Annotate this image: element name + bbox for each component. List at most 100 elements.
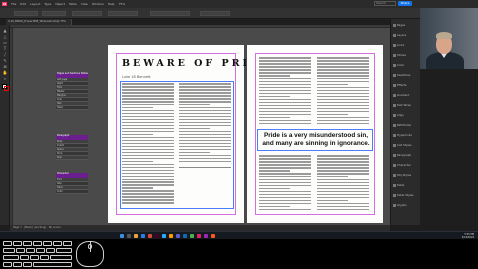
text-line	[179, 83, 231, 85]
text-line	[259, 89, 311, 92]
note-block[interactable]: Paragraph Body Indent Space Drop Rule	[56, 134, 88, 160]
panel-character[interactable]: Character	[393, 163, 411, 167]
text-line	[122, 139, 174, 142]
indesign-taskbar-icon[interactable]	[155, 234, 159, 238]
panel-align[interactable]: Align	[393, 113, 404, 117]
selection-tool-icon[interactable]: ▲	[2, 28, 8, 33]
opacity-field[interactable]	[200, 11, 230, 16]
search-button[interactable]: Search	[374, 1, 396, 6]
panel-object-styles[interactable]: Obj Styles	[393, 173, 411, 177]
menu-layout[interactable]: Layout	[30, 2, 40, 6]
start-icon[interactable]	[120, 234, 124, 238]
panel-layers[interactable]: Layers	[393, 33, 406, 37]
key-cap	[23, 262, 32, 267]
menu-file[interactable]: File	[11, 2, 16, 6]
panel-gradient[interactable]: Gradient	[393, 93, 409, 97]
article-byline[interactable]: Luke 18 Bennett	[122, 75, 151, 79]
panel-color[interactable]: Color	[393, 63, 404, 67]
text-line	[259, 181, 311, 184]
text-line	[122, 103, 174, 106]
key-cap	[3, 248, 15, 253]
panel-links[interactable]: Links	[393, 43, 404, 47]
key-cap	[13, 241, 22, 246]
panel-label: Layers	[397, 33, 407, 37]
app-icon[interactable]	[197, 234, 201, 238]
panel-cell-styles[interactable]: Cell Styles	[393, 143, 412, 147]
panel-table[interactable]: Table	[393, 183, 404, 187]
y-field[interactable]	[42, 11, 66, 16]
zoom-level[interactable]: 75%	[119, 2, 126, 6]
text-line	[317, 122, 369, 125]
text-wrap-icon	[393, 103, 396, 107]
panel-hyperlinks[interactable]: Hyperlinks	[393, 133, 412, 137]
effects-icon	[393, 83, 396, 87]
text-line	[179, 145, 231, 148]
text-line	[179, 142, 231, 145]
teams-icon[interactable]	[176, 234, 180, 238]
menu-type[interactable]: Type	[44, 2, 51, 6]
text-line	[259, 57, 311, 59]
webcam-overlay	[420, 8, 478, 69]
search-taskbar-icon[interactable]	[127, 234, 131, 238]
menu-object[interactable]: Object	[55, 2, 65, 6]
direct-selection-tool-icon[interactable]: △	[2, 34, 8, 39]
menu-table[interactable]: Table	[69, 2, 77, 6]
menu-view[interactable]: View	[81, 2, 88, 6]
panel-table-styles[interactable]: Table Styles	[393, 193, 414, 197]
text-line	[259, 104, 311, 107]
panel-stroke[interactable]: Stroke	[393, 53, 406, 57]
panel-text-wrap[interactable]: Text Wrap	[393, 103, 411, 107]
app-icon[interactable]	[204, 234, 208, 238]
zoom-tool-icon[interactable]: ⌕	[2, 76, 8, 81]
text-line	[179, 151, 211, 154]
rectangle-frame-tool-icon[interactable]: ⊠	[2, 64, 8, 69]
panel-effects[interactable]: Effects	[393, 83, 407, 87]
text-line	[122, 118, 174, 121]
letterbox-bar	[110, 239, 478, 269]
share-button[interactable]: Share	[398, 1, 412, 6]
app-icon[interactable]	[190, 234, 194, 238]
hand-tool-icon[interactable]: ✋	[2, 70, 8, 75]
page-tool-icon[interactable]: ▭	[2, 40, 8, 45]
text-line	[122, 169, 174, 172]
panel-label: Stroke	[397, 53, 406, 57]
outlook-icon[interactable]	[183, 234, 187, 238]
menu-window[interactable]: Window	[92, 2, 104, 6]
pen-tool-icon[interactable]: ✎	[2, 58, 8, 63]
illustrator-taskbar-icon[interactable]	[169, 234, 173, 238]
app-icon[interactable]	[211, 234, 215, 238]
note-block[interactable]: Character Font Size Track Color	[56, 172, 88, 194]
vertical-ruler[interactable]	[10, 28, 13, 225]
text-line	[259, 175, 311, 178]
text-line	[317, 80, 369, 83]
height-field[interactable]	[108, 11, 138, 16]
menu-help[interactable]: Help	[108, 2, 115, 6]
document-canvas[interactable]: BEWARE OF PRIDE Luke 18 Bennett Pride is…	[10, 25, 390, 225]
panel-pages[interactable]: Pages	[393, 23, 405, 27]
text-line	[317, 107, 369, 110]
menu-edit[interactable]: Edit	[20, 2, 26, 6]
file-explorer-icon[interactable]	[134, 234, 138, 238]
horizontal-ruler[interactable]	[10, 25, 390, 28]
width-field[interactable]	[72, 11, 102, 16]
edge-icon[interactable]	[141, 234, 145, 238]
photoshop-taskbar-icon[interactable]	[162, 234, 166, 238]
x-field[interactable]	[14, 11, 38, 16]
panel-swatches[interactable]: Swatches	[393, 73, 410, 77]
stroke-weight-field[interactable]	[150, 11, 190, 16]
note-block[interactable]: Pages and Sections Notes Left page Right…	[56, 72, 88, 110]
pullquote[interactable]: Pride is a very misunderstood sin, and m…	[261, 132, 371, 147]
stroke-swatch[interactable]	[4, 86, 9, 91]
text-line	[259, 208, 311, 211]
chrome-icon[interactable]	[148, 234, 152, 238]
line-tool-icon[interactable]: /	[2, 52, 8, 57]
text-line	[122, 157, 174, 160]
panel-pathfinder[interactable]: Pathfinder	[393, 123, 411, 127]
text-line	[179, 136, 231, 139]
panel-paragraph[interactable]: Paragraph	[393, 153, 411, 157]
text-line	[122, 148, 174, 151]
panel-glyphs[interactable]: Glyphs	[393, 203, 407, 207]
body-column-right-lower	[317, 155, 369, 212]
type-tool-icon[interactable]: T	[2, 46, 8, 51]
panel-label: Obj Styles	[397, 173, 412, 177]
